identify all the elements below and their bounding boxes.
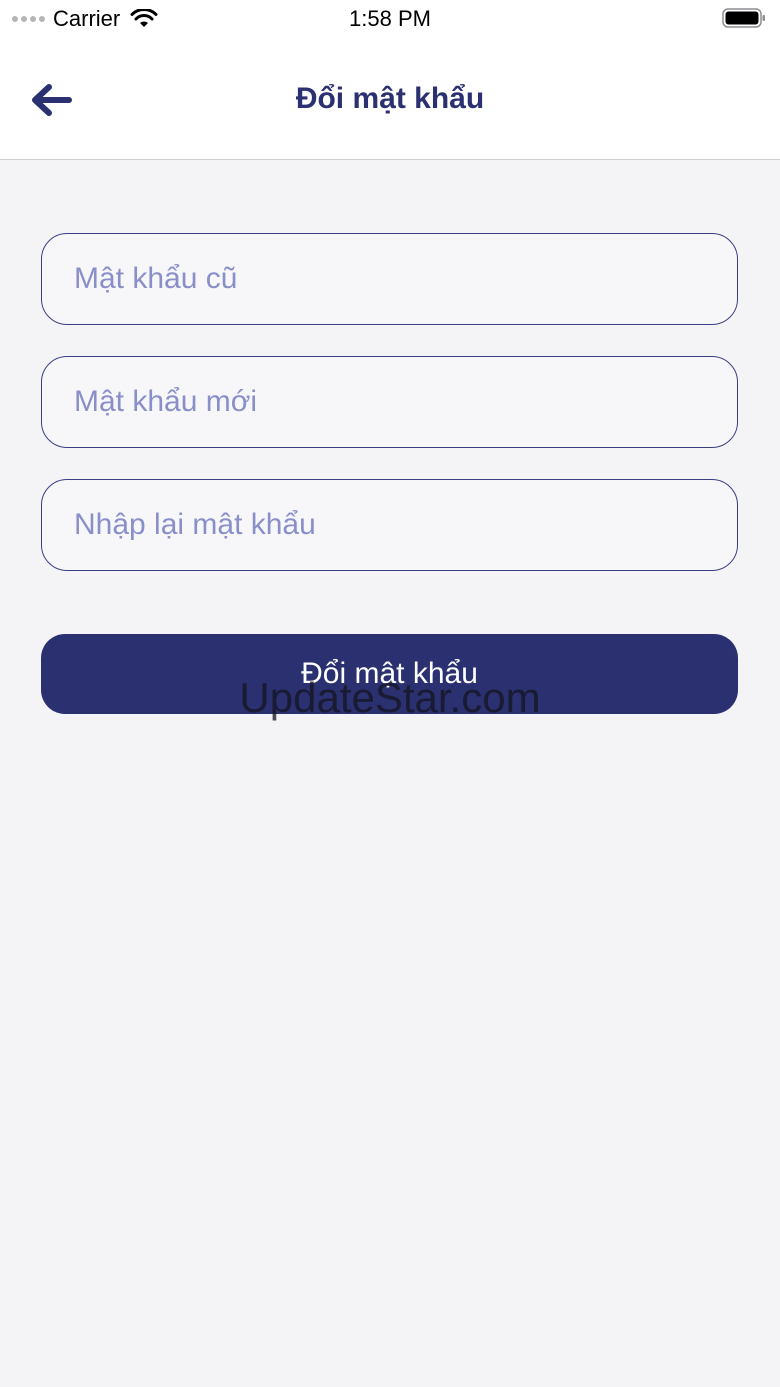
confirm-password-input[interactable] [74, 508, 705, 542]
new-password-input[interactable] [74, 385, 705, 419]
change-password-button[interactable]: Đổi mật khẩu [41, 634, 738, 714]
change-password-screen: Carrier 1:58 PM Đổi mật khẩu Đổi mật khẩ… [0, 0, 780, 1387]
new-password-field-container [41, 356, 738, 448]
status-bar: Carrier 1:58 PM [0, 0, 780, 40]
page-title: Đổi mật khẩu [295, 82, 485, 115]
old-password-input[interactable] [74, 262, 705, 296]
navigation-bar: Đổi mật khẩu [0, 40, 780, 160]
status-time: 1:58 PM [349, 6, 431, 31]
confirm-password-field-container [41, 479, 738, 571]
change-password-button-label: Đổi mật khẩu [301, 657, 478, 690]
battery-icon [722, 8, 765, 28]
old-password-field-container [41, 233, 738, 325]
